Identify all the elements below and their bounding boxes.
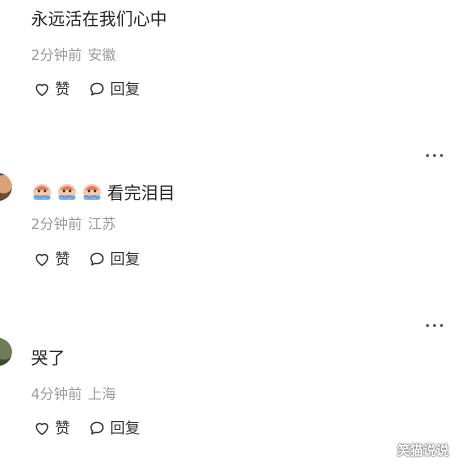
comment-actions: 赞 回复 (33, 78, 140, 99)
comment-time: 2分钟前 (31, 217, 82, 233)
comment-actions: 赞 回复 (33, 248, 140, 269)
comment-meta: 2分钟前 江苏 (31, 216, 116, 234)
comment-meta: 2分钟前 安徽 (31, 47, 116, 65)
comment-text: 哭了 (31, 349, 65, 369)
reply-label: 回复 (110, 419, 141, 437)
watermark: 笑猫说说 (397, 444, 450, 459)
reply-button[interactable]: 回复 (88, 248, 140, 269)
reply-button[interactable]: 回复 (88, 78, 140, 99)
like-button[interactable]: 赞 (33, 78, 70, 99)
crying-face-emoji-icon (58, 184, 76, 200)
emoji-group (31, 180, 106, 202)
speech-bubble-icon (90, 252, 104, 266)
reply-label: 回复 (110, 250, 141, 268)
comment-time: 2分钟前 (31, 48, 82, 64)
heart-icon (35, 83, 49, 96)
comment-text-row: 看完泪目 (31, 180, 175, 205)
comment-location: 安徽 (87, 48, 116, 64)
heart-icon (35, 422, 49, 435)
like-button[interactable]: 赞 (33, 417, 70, 438)
crying-face-emoji-icon (33, 184, 51, 200)
comment-text: 永远活在我们心中 (31, 10, 167, 30)
reply-button[interactable]: 回复 (88, 417, 140, 438)
like-button[interactable]: 赞 (33, 248, 70, 269)
more-options-button[interactable] (424, 321, 446, 331)
comment-location: 上海 (87, 387, 116, 403)
comment-time: 4分钟前 (31, 387, 82, 403)
avatar[interactable] (0, 338, 12, 366)
more-options-button[interactable] (424, 151, 446, 161)
comment-location: 江苏 (87, 217, 116, 233)
like-label: 赞 (55, 419, 71, 437)
avatar[interactable] (0, 173, 12, 201)
comment-actions: 赞 回复 (33, 417, 140, 438)
comment-text: 看完泪目 (107, 184, 175, 204)
like-label: 赞 (55, 250, 71, 268)
crying-face-emoji-icon (83, 184, 101, 200)
heart-icon (35, 253, 49, 266)
speech-bubble-icon (90, 421, 104, 435)
reply-label: 回复 (110, 80, 141, 98)
comment-meta: 4分钟前 上海 (31, 386, 116, 404)
like-label: 赞 (55, 80, 71, 98)
speech-bubble-icon (90, 82, 104, 96)
